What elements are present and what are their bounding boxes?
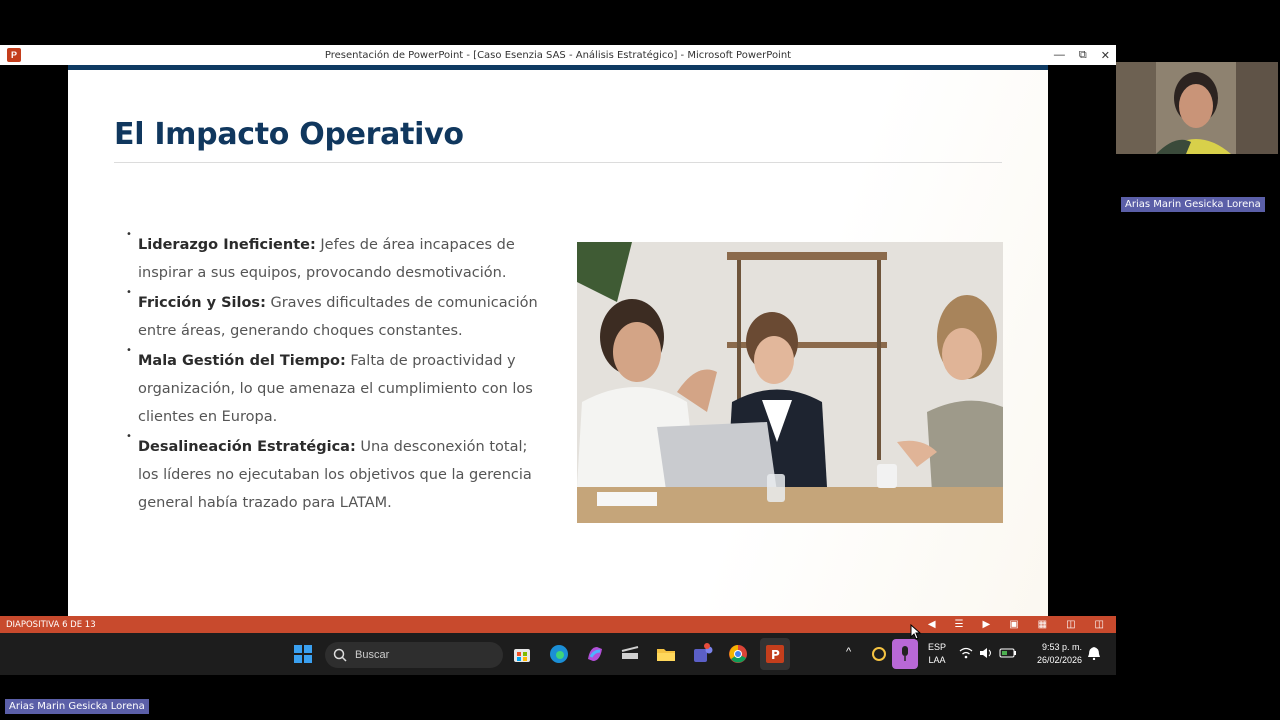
presenter-name-tag: Arias Marin Gesicka Lorena	[5, 699, 149, 714]
view-buttons: ◀ ☰ ▶ ▣ ▦ ◫ ◫	[928, 616, 1104, 633]
bullet-heading: Liderazgo Ineficiente:	[138, 237, 316, 253]
slideshow-icon[interactable]: ◫	[1095, 619, 1104, 630]
previous-icon[interactable]: ◀	[928, 619, 936, 630]
bullet-item: Fricción y Silos: Graves dificultades de…	[126, 279, 540, 345]
notifications-bell-icon[interactable]	[1087, 646, 1101, 660]
participant-video[interactable]	[1116, 62, 1278, 154]
slide-sorter-icon[interactable]: ▦	[1038, 619, 1047, 630]
wifi-icon[interactable]	[959, 647, 973, 659]
microphone-icon	[902, 646, 908, 661]
show-hidden-icons-chevron-icon[interactable]: ^	[846, 646, 851, 658]
status-bar: DIAPOSITIVA 6 DE 13 ◀ ☰ ▶ ▣ ▦ ◫ ◫	[0, 616, 1116, 633]
bullet-list: Liderazgo Ineficiente: Jefes de área inc…	[126, 221, 540, 519]
close-icon[interactable]: ✕	[1101, 49, 1110, 62]
sync-icon[interactable]	[871, 646, 887, 662]
reading-view-icon[interactable]: ◫	[1066, 619, 1075, 630]
meeting-conflict-photo	[577, 242, 1003, 523]
window-controls: — ⧉ ✕	[1054, 45, 1110, 65]
restore-icon[interactable]: ⧉	[1079, 49, 1087, 62]
scanner-icon[interactable]	[620, 644, 640, 664]
participant-name-tag: Arias Marin Gesicka Lorena	[1121, 197, 1265, 212]
edge-icon[interactable]	[549, 644, 569, 664]
copilot-icon[interactable]	[585, 644, 605, 664]
slide-title: El Impacto Operativo	[114, 117, 464, 152]
clock-time: 9:53 p. m.	[1041, 642, 1082, 652]
notes-icon[interactable]: ☰	[955, 619, 964, 630]
title-divider	[114, 162, 1002, 163]
taskbar-clock[interactable]: 9:53 p. m. 26/02/2026	[1030, 641, 1082, 667]
battery-icon[interactable]	[999, 647, 1017, 659]
powerpoint-icon[interactable]: P	[7, 48, 21, 62]
chrome-icon[interactable]	[728, 644, 748, 664]
bullet-heading: Mala Gestión del Tiempo:	[138, 353, 346, 369]
normal-view-icon[interactable]: ▣	[1009, 619, 1018, 630]
svg-text:P: P	[771, 648, 780, 662]
windows-start-icon[interactable]	[294, 645, 312, 663]
window-title: Presentación de PowerPoint - [Caso Esenz…	[324, 49, 792, 61]
file-explorer-icon[interactable]	[656, 644, 676, 664]
search-placeholder: Buscar	[355, 649, 390, 661]
volume-icon[interactable]	[979, 647, 993, 659]
taskbar-search[interactable]: Buscar	[325, 642, 503, 668]
microphone-button[interactable]	[892, 639, 918, 669]
clock-date: 26/02/2026	[1036, 655, 1082, 665]
bullet-item: Mala Gestión del Tiempo: Falta de proact…	[126, 337, 540, 431]
store-icon[interactable]	[513, 645, 531, 663]
windows-taskbar: Buscar P ^ ESP LAA 9:53 p. m. 26/02/2026	[0, 633, 1116, 675]
powerpoint-window: P Presentación de PowerPoint - [Caso Ese…	[0, 45, 1116, 675]
participant-video-frame	[1116, 62, 1278, 154]
play-icon[interactable]: ▶	[982, 619, 990, 630]
slide-indicator: DIAPOSITIVA 6 DE 13	[6, 619, 96, 630]
bullet-item: Liderazgo Ineficiente: Jefes de área inc…	[126, 221, 540, 287]
title-bar: P Presentación de PowerPoint - [Caso Ese…	[0, 45, 1116, 65]
powerpoint-taskbar-button[interactable]: P	[760, 638, 790, 670]
slide[interactable]: El Impacto Operativo Liderazgo Ineficien…	[68, 65, 1048, 616]
bullet-heading: Desalineación Estratégica:	[138, 439, 356, 455]
language-code: ESP	[927, 642, 946, 652]
slide-show-area: El Impacto Operativo Liderazgo Ineficien…	[0, 65, 1116, 616]
photo-illustration	[577, 242, 1003, 523]
minimize-icon[interactable]: —	[1054, 49, 1065, 61]
teams-icon[interactable]	[692, 643, 714, 665]
mouse-cursor-icon	[910, 624, 922, 640]
powerpoint-taskbar-icon: P	[766, 645, 784, 663]
search-icon	[333, 648, 347, 662]
slide-top-accent	[68, 65, 1048, 70]
bullet-item: Desalineación Estratégica: Una desconexi…	[126, 423, 540, 517]
input-language[interactable]: ESP LAA	[927, 641, 947, 667]
language-layout: LAA	[928, 655, 946, 665]
bullet-heading: Fricción y Silos:	[138, 295, 266, 311]
